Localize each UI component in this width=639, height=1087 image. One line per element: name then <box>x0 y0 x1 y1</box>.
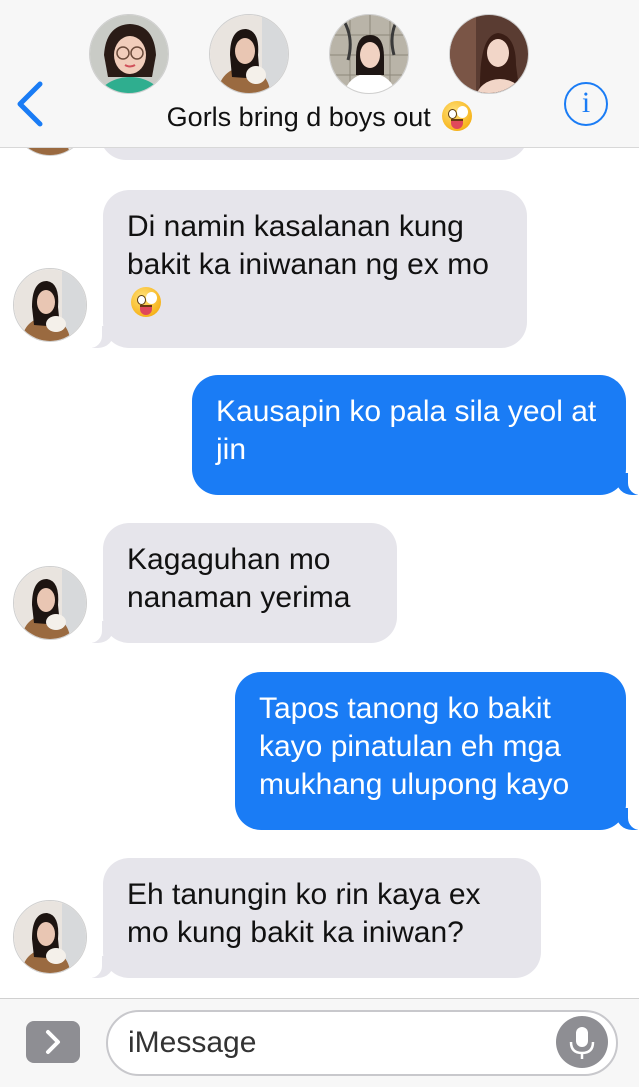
microphone-icon <box>569 1027 595 1059</box>
group-member-avatar-4[interactable] <box>449 14 529 94</box>
info-icon: i <box>581 86 591 119</box>
imessage-input[interactable] <box>106 1010 618 1076</box>
group-member-avatar-3[interactable] <box>329 14 409 94</box>
apps-button[interactable] <box>26 1021 80 1063</box>
zany-face-icon <box>442 101 473 131</box>
message-bubble-outgoing[interactable]: Tapos tanong ko bakit kayo pinatulan eh … <box>235 672 626 830</box>
bubble-tail <box>80 619 114 643</box>
message-text: Di namin kasalanan kung bakit ka iniwana… <box>127 210 489 281</box>
group-title[interactable]: Gorls bring d boys out <box>0 98 639 136</box>
message-text: Kagaguhan mo nanaman yerima <box>127 543 351 614</box>
message-text: Tapos tanong ko bakit kayo pinatulan eh … <box>259 692 570 801</box>
message-bubble-incoming[interactable]: Eh tanungin ko rin kaya ex mo kung bakit… <box>103 858 541 978</box>
message-bubble-incoming[interactable]: Di namin kasalanan kung bakit ka iniwana… <box>103 190 527 348</box>
bubble-tail <box>616 806 639 830</box>
chevron-right-icon <box>46 1030 60 1054</box>
info-button[interactable]: i <box>564 82 608 126</box>
sender-avatar[interactable] <box>13 566 87 640</box>
group-avatars[interactable] <box>0 14 639 98</box>
bubble-tail <box>80 324 114 348</box>
group-member-avatar-2[interactable] <box>209 14 289 94</box>
message-text: Eh tanungin ko rin kaya ex mo kung bakit… <box>127 878 481 949</box>
message-thread[interactable]: Di namin kasalanan kung bakit ka iniwana… <box>0 84 639 998</box>
bubble-tail <box>80 954 114 978</box>
group-name: Gorls bring d boys out <box>166 102 431 132</box>
zany-face-icon <box>131 287 161 317</box>
message-bubble-incoming[interactable]: Kagaguhan mo nanaman yerima <box>103 523 397 643</box>
sender-avatar[interactable] <box>13 268 87 342</box>
microphone-button[interactable] <box>556 1016 608 1068</box>
message-text: Kausapin ko pala sila yeol at jin <box>216 395 597 466</box>
message-bubble-outgoing[interactable]: Kausapin ko pala sila yeol at jin <box>192 375 626 495</box>
bubble-tail <box>616 471 639 495</box>
group-member-avatar-1[interactable] <box>89 14 169 94</box>
sender-avatar[interactable] <box>13 900 87 974</box>
conversation-header: Gorls bring d boys out i <box>0 0 639 148</box>
composer-bar <box>0 998 639 1087</box>
